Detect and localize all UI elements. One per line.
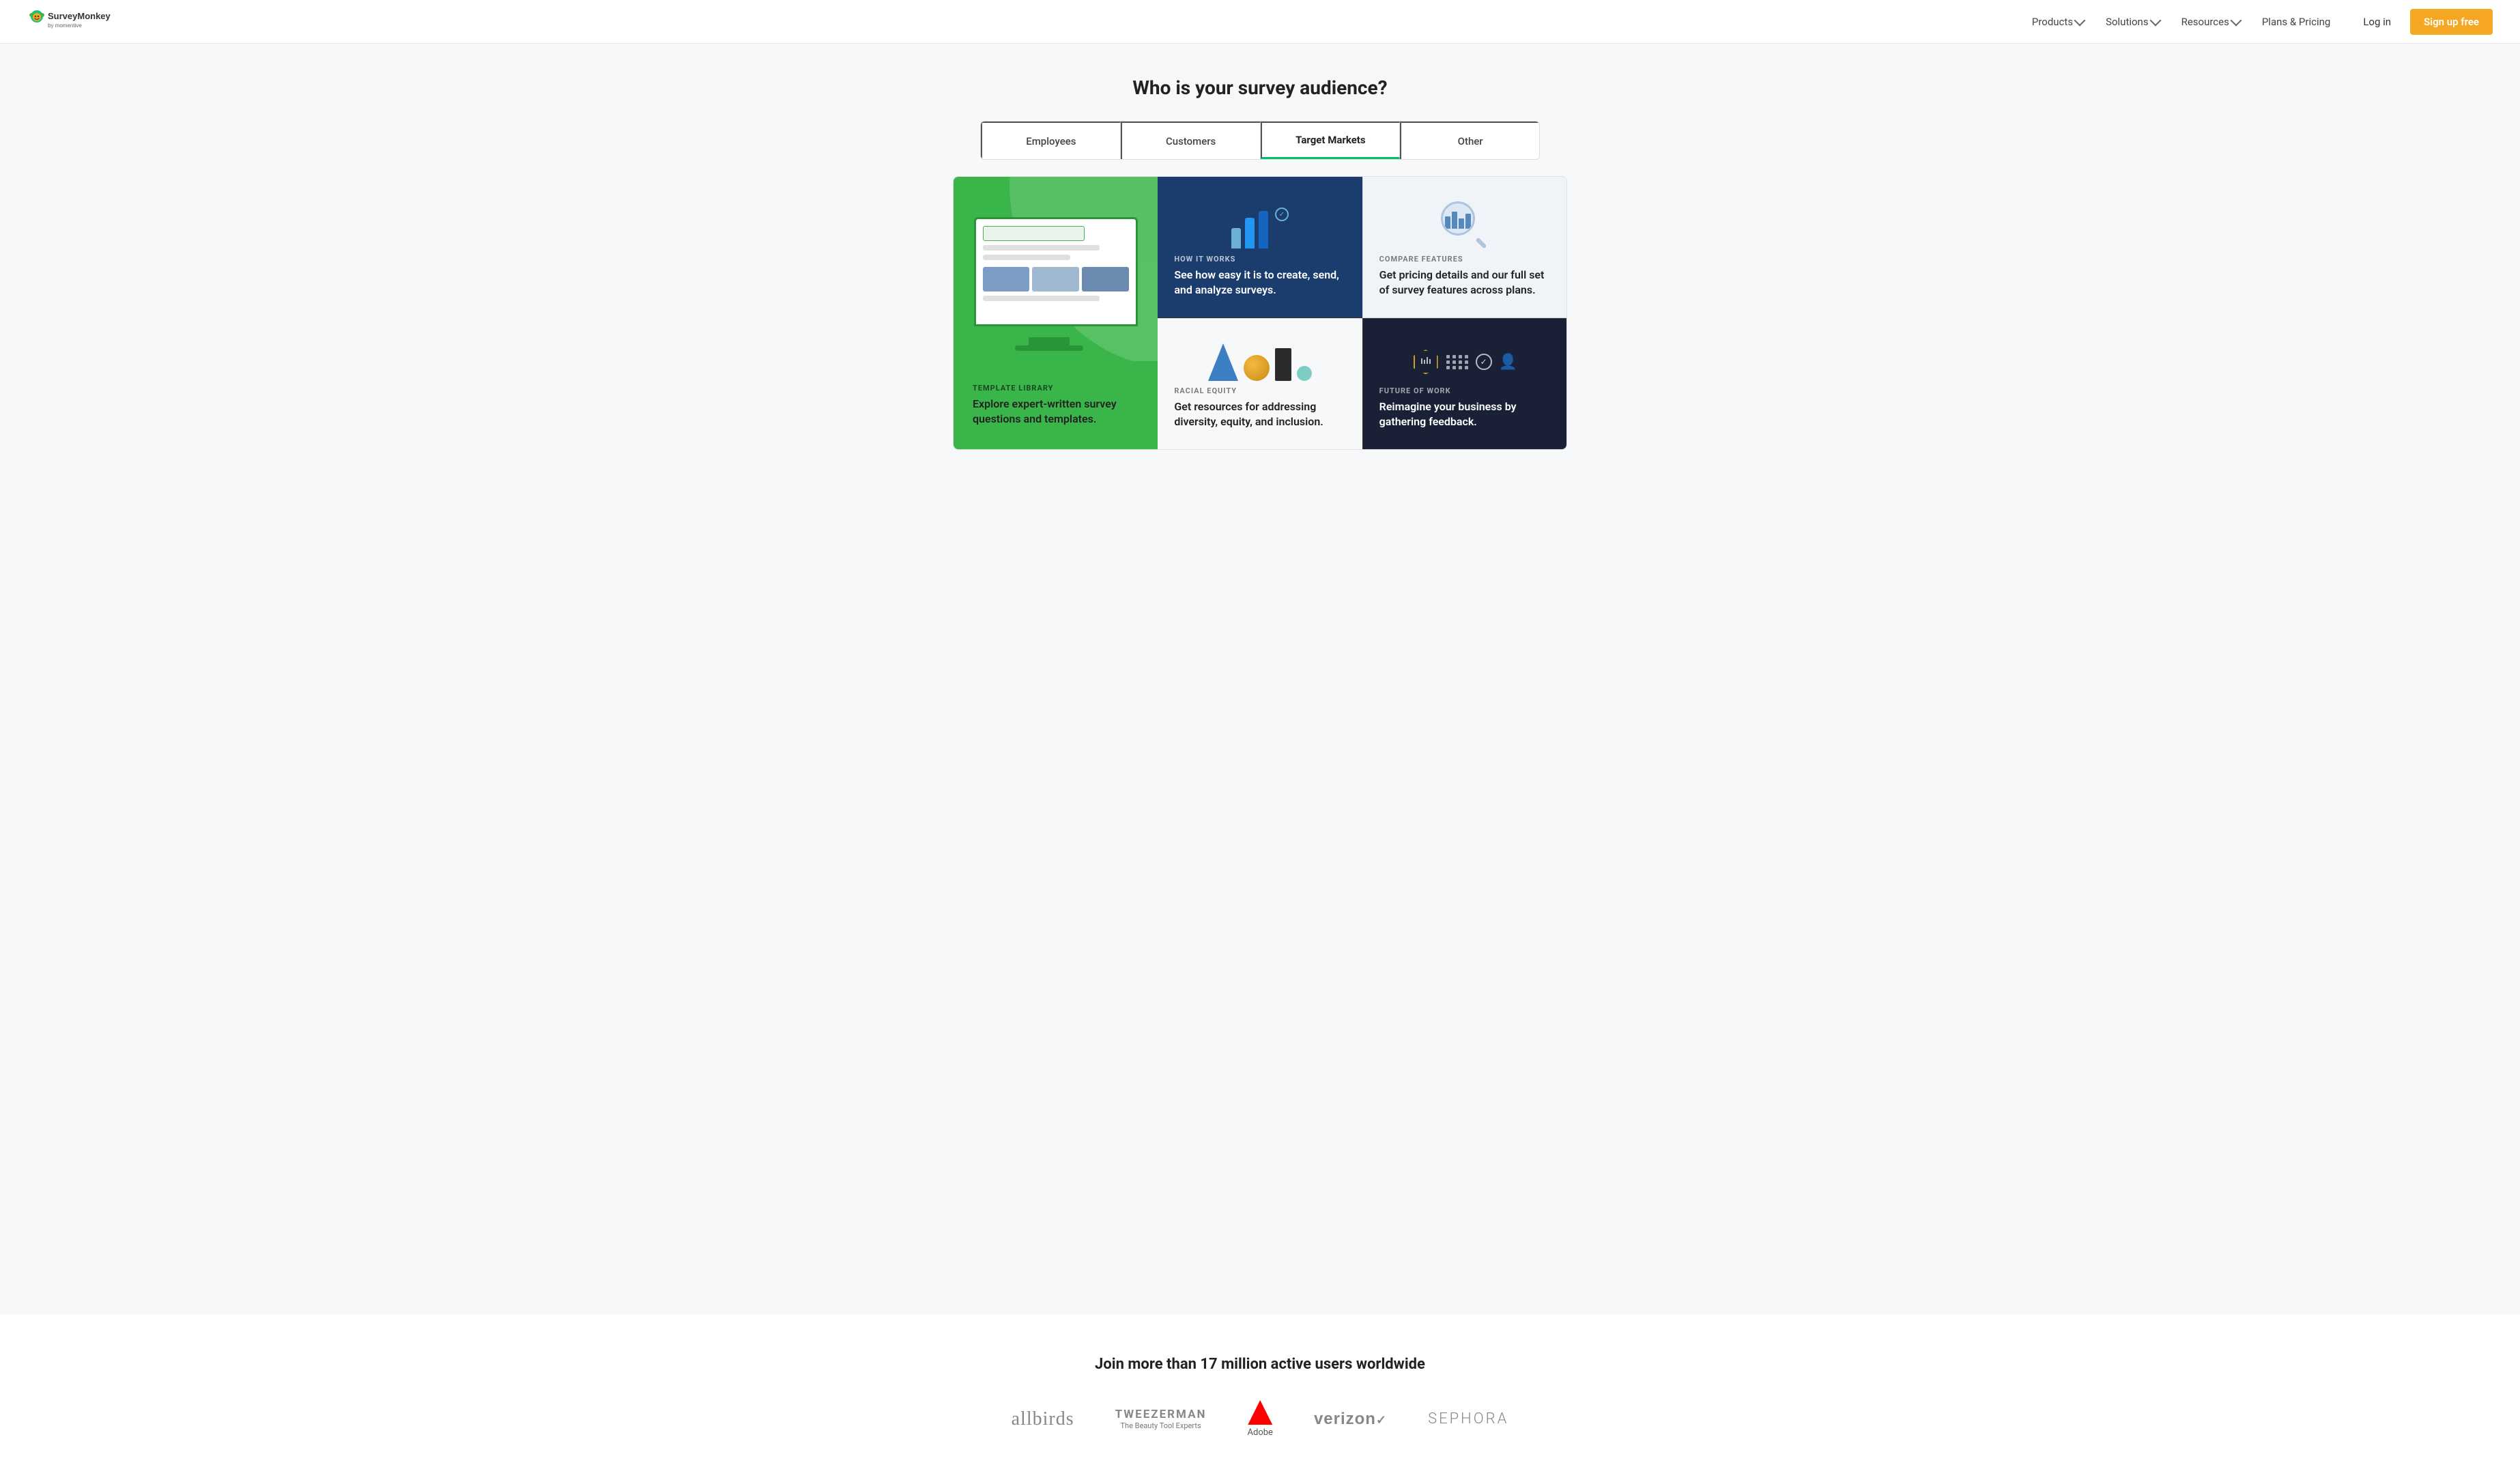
nav-solutions-label: Solutions [2106, 16, 2149, 28]
tab-employees[interactable]: Employees [981, 122, 1121, 159]
city-bar [1452, 212, 1457, 229]
nav-solutions[interactable]: Solutions [2097, 10, 2168, 33]
nav-products-chevron [2074, 15, 2086, 27]
screen-input [983, 226, 1085, 241]
brand-logos-row: allbirds TWEEZERMAN The Beauty Tool Expe… [14, 1400, 2506, 1438]
social-proof-section: Join more than 17 million active users w… [0, 1315, 2520, 1465]
card-racial-equity[interactable]: RACIAL EQUITY Get resources for addressi… [1158, 318, 1362, 449]
verizon-logo: verizon✓ [1314, 1410, 1387, 1429]
nav-solutions-chevron [2149, 15, 2161, 27]
chart-bar [1245, 218, 1255, 248]
nav-plans-label: Plans & Pricing [2262, 16, 2330, 28]
block-shape [1275, 348, 1291, 381]
adobe-logo-mark [1248, 1400, 1272, 1425]
small-circle-shape [1297, 366, 1312, 381]
card-template-library[interactable]: TEMPLATE LIBRARY Explore expert-written … [954, 177, 1158, 449]
template-illustration [954, 177, 1158, 395]
nav-resources[interactable]: Resources [2173, 10, 2248, 33]
content-cards: TEMPLATE LIBRARY Explore expert-written … [953, 176, 1567, 450]
tab-target-markets[interactable]: Target Markets [1261, 122, 1401, 159]
equity-illustration [1174, 338, 1345, 386]
tweezerman-logo: TWEEZERMAN The Beauty Tool Experts [1115, 1408, 1207, 1430]
card-compare-text: COMPARE FEATURES Get pricing details and… [1379, 255, 1550, 298]
svg-text:by momentive: by momentive [48, 23, 82, 29]
card-future-label: FUTURE OF WORK [1379, 386, 1550, 395]
adobe-logo: Adobe [1248, 1400, 1273, 1438]
card-compare-title: Get pricing details and our full set of … [1379, 268, 1550, 298]
person-icon: 👤 [1499, 354, 1517, 371]
nav-actions: Log in Sign up free [2352, 9, 2493, 35]
card-equity-title: Get resources for addressing diversity, … [1174, 399, 1345, 430]
nav-products-label: Products [2032, 16, 2073, 28]
signup-button[interactable]: Sign up free [2410, 9, 2493, 35]
card-future-title: Reimagine your business by gathering fee… [1379, 399, 1550, 430]
allbirds-logo: allbirds [1012, 1408, 1074, 1430]
tab-other[interactable]: Other [1400, 122, 1539, 159]
hero-title: Who is your survey audience? [14, 76, 2506, 99]
main-content: Who is your survey audience? Employees C… [0, 44, 2520, 1315]
screen-photo [1032, 267, 1079, 291]
card-how-title: See how easy it is to create, send, and … [1174, 268, 1345, 298]
card-equity-label: RACIAL EQUITY [1174, 386, 1345, 395]
screen-photo [983, 267, 1030, 291]
navigation: SurveyMonkey by momentive Products Solut… [0, 0, 2520, 44]
screen-bar [983, 296, 1100, 301]
card-how-text: HOW IT WORKS See how easy it is to creat… [1174, 255, 1345, 298]
how-it-works-illustration: ✓ [1174, 196, 1345, 255]
city-bar [1459, 218, 1464, 229]
social-title: Join more than 17 million active users w… [14, 1356, 2506, 1373]
chart-checkmark: ✓ [1275, 208, 1289, 221]
screen-photo [1082, 267, 1129, 291]
hex-icon [1414, 350, 1438, 374]
tab-customers[interactable]: Customers [1121, 122, 1261, 159]
card-future-text: FUTURE OF WORK Reimagine your business b… [1379, 386, 1550, 430]
chart-bar [1259, 211, 1268, 248]
nav-links: Products Solutions Resources Plans & Pri… [2024, 10, 2338, 33]
check-circle-icon: ✓ [1476, 354, 1492, 370]
card-compare-label: COMPARE FEATURES [1379, 255, 1550, 264]
grid-dots-icon [1446, 355, 1469, 369]
future-illustration: ✓ 👤 [1379, 338, 1550, 386]
svg-text:SurveyMonkey: SurveyMonkey [48, 11, 111, 21]
city-bar [1445, 216, 1450, 229]
card-template-title: Explore expert-written survey questions … [973, 397, 1139, 427]
city-bar [1465, 214, 1471, 229]
card-how-label: HOW IT WORKS [1174, 255, 1345, 264]
audience-tabs: Employees Customers Target Markets Other [980, 121, 1540, 160]
card-equity-text: RACIAL EQUITY Get resources for addressi… [1174, 386, 1345, 430]
screen-bar [983, 255, 1070, 260]
nav-resources-label: Resources [2181, 16, 2229, 28]
compare-illustration [1379, 196, 1550, 255]
monitor-base [1015, 345, 1083, 351]
card-compare-features[interactable]: COMPARE FEATURES Get pricing details and… [1362, 177, 1566, 318]
logo[interactable]: SurveyMonkey by momentive [27, 10, 137, 34]
nav-resources-chevron [2230, 15, 2242, 27]
sephora-logo: SEPHORA [1428, 1410, 1508, 1427]
sphere-shape [1244, 355, 1270, 381]
card-how-it-works[interactable]: ✓ HOW IT WORKS See how easy it is to cre… [1158, 177, 1362, 318]
cone-shape [1208, 343, 1238, 381]
nav-plans-pricing[interactable]: Plans & Pricing [2254, 10, 2338, 33]
screen-bar [983, 245, 1100, 251]
card-future-of-work[interactable]: ✓ 👤 FUTURE OF WORK Reimagine your busine… [1362, 318, 1566, 449]
nav-products[interactable]: Products [2024, 10, 2092, 33]
magnifier-handle [1475, 238, 1487, 249]
chart-bar [1231, 228, 1241, 248]
login-button[interactable]: Log in [2352, 10, 2402, 33]
